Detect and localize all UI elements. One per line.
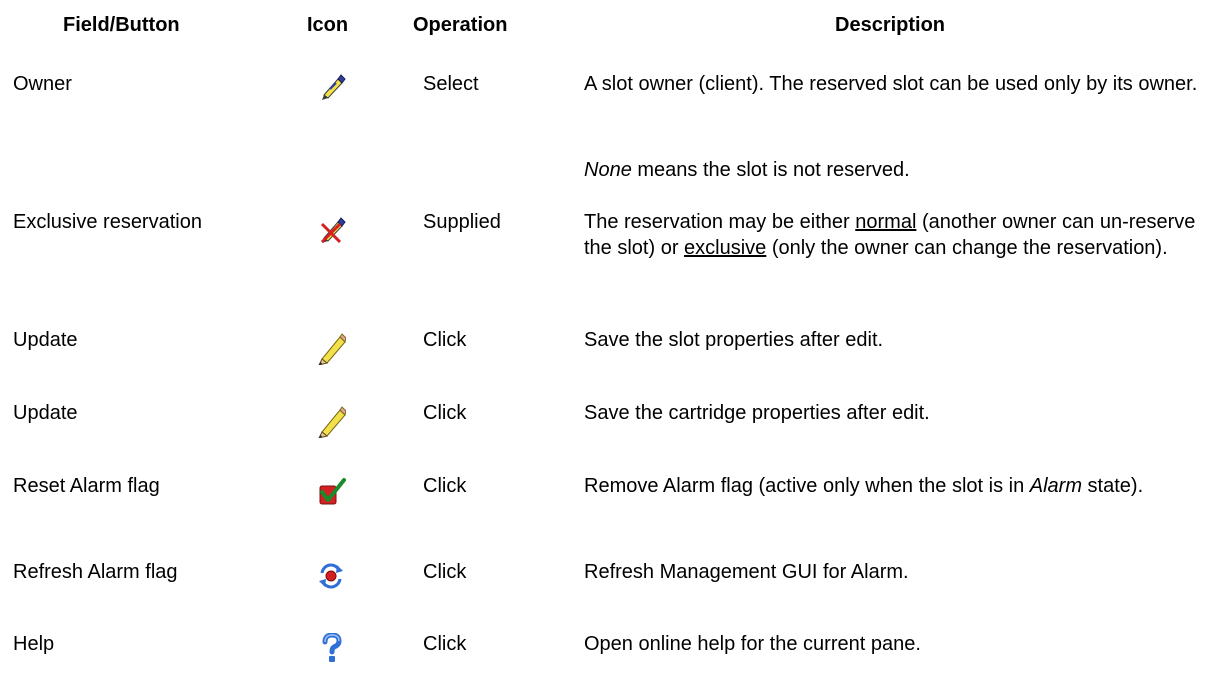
header-icon: Icon <box>307 14 349 36</box>
row-refresh-alarm-operation: Click <box>423 561 467 583</box>
row-refresh-alarm-description: Refresh Management GUI for Alarm. <box>584 561 909 583</box>
row-reset-alarm-description: Remove Alarm flag (active only when the … <box>584 473 1214 499</box>
row-exclusive-field: Exclusive reservation <box>13 211 202 233</box>
exclusive-desc-c: (only the owner can change the reservati… <box>766 237 1168 259</box>
row-update-slot-operation: Click <box>423 329 467 351</box>
row-update-cartridge-field: Update <box>13 402 78 424</box>
row-owner-note: None means the slot is not reserved. <box>584 157 1214 183</box>
row-help-operation: Click <box>423 633 467 655</box>
row-reset-alarm-operation: Click <box>423 475 467 497</box>
none-italic-text: None <box>584 159 632 181</box>
row-update-slot-description: Save the slot properties after edit. <box>584 329 884 351</box>
pencil-icon <box>316 331 347 366</box>
alarm-italic-text: Alarm <box>1029 475 1082 497</box>
row-refresh-alarm-field: Refresh Alarm flag <box>13 561 178 583</box>
exclusive-desc-a: The reservation may be either <box>584 211 856 233</box>
pen-crossed-icon <box>318 214 346 244</box>
row-help-field: Help <box>13 633 55 655</box>
header-description: Description <box>835 14 946 36</box>
row-update-slot-field: Update <box>13 329 78 351</box>
row-update-cartridge-operation: Click <box>423 402 467 424</box>
row-exclusive-operation: Supplied <box>423 211 501 233</box>
none-note-rest: means the slot is not reserved. <box>631 159 910 181</box>
row-reset-alarm-field: Reset Alarm flag <box>13 475 160 497</box>
pencil-icon <box>316 404 347 439</box>
pen-nib-icon <box>318 71 346 101</box>
exclusive-underlined-text: exclusive <box>684 237 767 259</box>
row-update-cartridge-description: Save the cartridge properties after edit… <box>584 402 930 424</box>
reset-desc-a: Remove Alarm flag (active only when the … <box>584 475 1030 497</box>
row-owner-operation: Select <box>423 73 479 95</box>
header-operation: Operation <box>413 14 508 36</box>
refresh-arrows-icon <box>317 561 345 591</box>
header-field-button: Field/Button <box>63 14 180 36</box>
row-exclusive-description: The reservation may be either normal (an… <box>584 209 1214 261</box>
reset-desc-b: state). <box>1082 475 1144 497</box>
checkmark-flag-icon <box>318 476 346 506</box>
row-help-description: Open online help for the current pane. <box>584 633 921 655</box>
question-mark-icon <box>318 632 346 663</box>
normal-underlined-text: normal <box>855 211 917 233</box>
row-owner-description: A slot owner (client). The reserved slot… <box>584 73 1198 95</box>
row-owner-field: Owner <box>13 73 72 95</box>
